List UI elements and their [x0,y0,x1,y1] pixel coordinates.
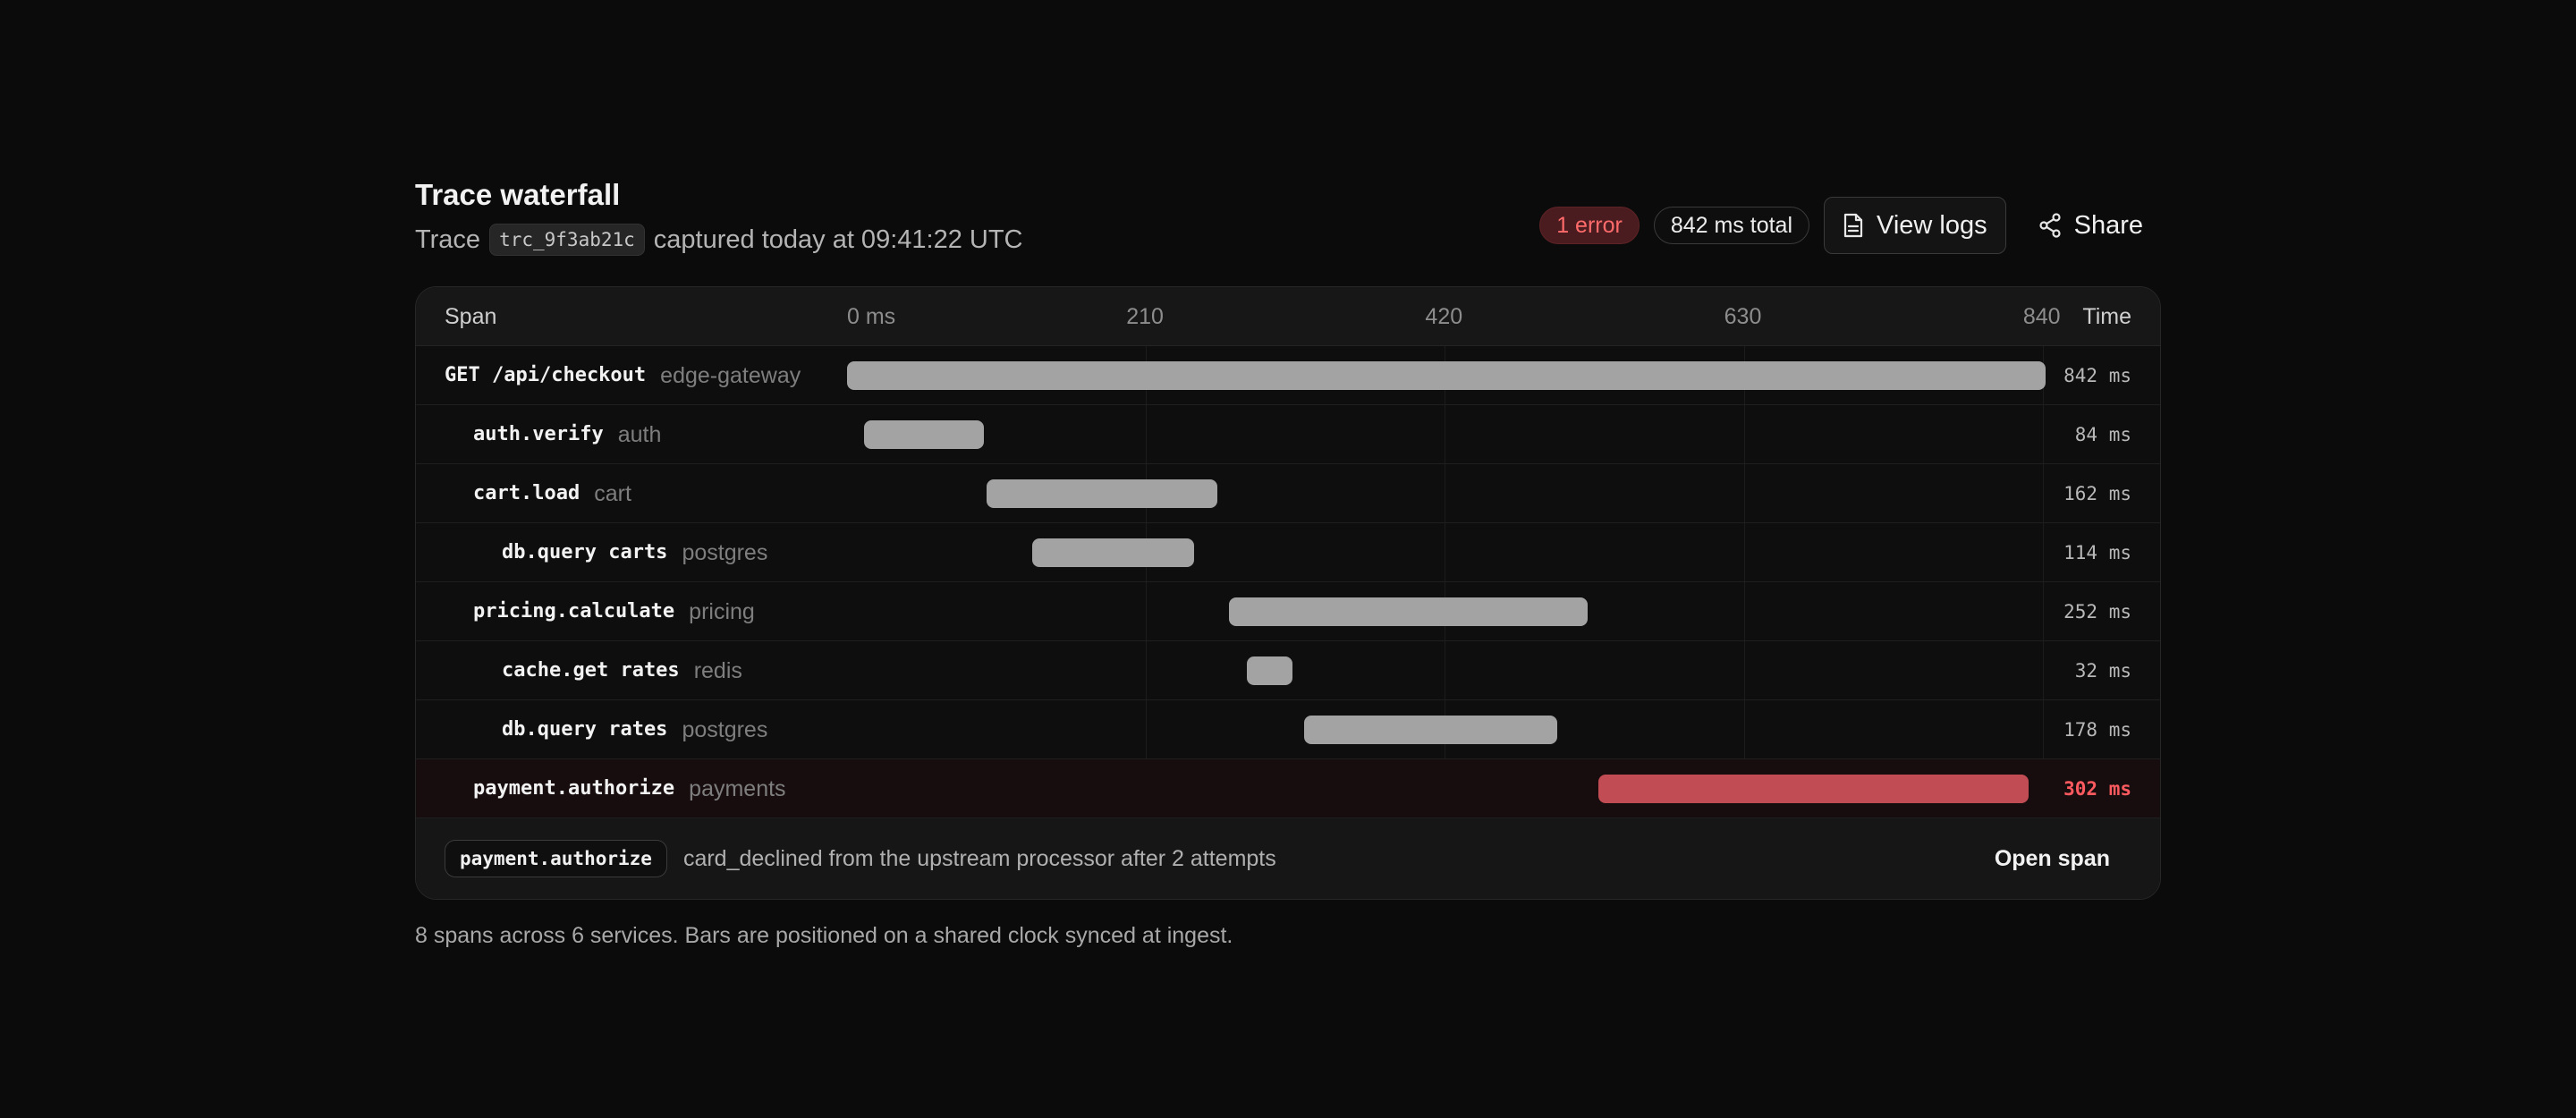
waterfall-card: Span 0 ms 210 420 630 840 Time GET /api/… [415,286,2161,900]
trace-prefix: Trace [415,224,481,254]
total-badge: 842 ms total [1653,207,1810,244]
span-service: payments [689,776,786,801]
axis-tick: 630 [1724,304,1762,329]
span-bar[interactable] [986,479,1217,508]
axis-tick: 420 [1425,304,1463,329]
selected-span-detail: payment.authorize card_declined from the… [416,818,2160,899]
span-bar[interactable] [1247,656,1293,685]
span-chip[interactable]: payment.authorize [445,840,667,877]
footnote: 8 spans across 6 services. Bars are posi… [415,923,1233,948]
span-name: auth.verify [473,423,604,445]
span-duration: 302 ms [2063,778,2131,800]
span-bar[interactable] [864,420,984,449]
column-header-span: Span [445,304,497,329]
view-logs-label: View logs [1877,210,1987,240]
span-bar[interactable] [1031,538,1195,567]
span-duration: 32 ms [2074,660,2131,682]
span-label: auth.verify auth [473,405,661,464]
span-duration: 162 ms [2063,483,2131,504]
span-bar[interactable] [1228,597,1588,626]
span-label: cart.load cart [473,464,631,523]
span-label: db.query carts postgres [502,523,767,582]
error-message: card_declined from the upstream processo… [682,845,1276,871]
span-rows: GET /api/checkout edge-gateway 842 ms auth.… [416,346,2160,818]
span-label: payment.authorize payments [473,759,786,818]
share-button[interactable]: Share [2021,197,2161,254]
span-duration: 842 ms [2063,365,2131,386]
table-row[interactable]: auth.verify auth 84 ms [416,405,2160,464]
span-name: db.query carts [502,541,668,563]
axis-tick: 210 [1126,304,1164,329]
span-service: auth [617,422,662,447]
span-service: redis [693,658,742,683]
file-text-icon [1843,213,1864,238]
axis-tick: 840 [2022,304,2061,329]
span-duration: 252 ms [2063,601,2131,623]
span-label: GET /api/checkout edge-gateway [445,346,801,405]
span-duration: 114 ms [2063,542,2131,563]
column-header-time: Time [2082,304,2131,329]
table-row[interactable]: pricing.calculate pricing 252 ms [416,582,2160,641]
captured-time: captured today at 09:41:22 UTC [653,224,1023,254]
span-label: pricing.calculate pricing [473,582,755,641]
span-service: cart [594,481,631,506]
span-service: pricing [689,599,755,624]
error-badge: 1 error [1539,207,1640,244]
span-name: pricing.calculate [473,600,675,623]
table-header: Span 0 ms 210 420 630 840 Time [416,287,2160,346]
table-row[interactable]: db.query rates postgres 178 ms [416,700,2160,759]
table-row[interactable]: payment.authorize payments 302 ms [416,759,2160,818]
span-service: postgres [682,717,768,742]
span-service: edge-gateway [660,363,801,388]
trace-id: trc_9f3ab21c [489,224,645,256]
span-name: cache.get rates [502,659,680,682]
span-duration: 84 ms [2074,424,2131,445]
span-name: GET /api/checkout [445,364,647,386]
open-span-button[interactable]: Open span [1995,818,2110,899]
span-bar[interactable] [847,361,2046,390]
header-actions: 1 error 842 ms total View logs Share [1539,197,2161,254]
share-label: Share [2073,210,2143,240]
span-name: payment.authorize [473,777,675,800]
span-bar[interactable] [1303,716,1558,744]
span-duration: 178 ms [2063,719,2131,741]
table-row[interactable]: cart.load cart 162 ms [416,464,2160,523]
span-name: cart.load [473,482,580,504]
header: Trace waterfall Trace trc_9f3ab21c captu… [415,175,2161,258]
trace-waterfall-panel: Trace waterfall Trace trc_9f3ab21c captu… [415,175,2161,949]
table-row[interactable]: GET /api/checkout edge-gateway 842 ms [416,346,2160,405]
view-logs-button[interactable]: View logs [1824,197,2006,254]
span-name: db.query rates [502,718,668,741]
span-label: db.query rates postgres [502,700,767,759]
span-service: postgres [682,540,768,565]
table-row[interactable]: cache.get rates redis 32 ms [416,641,2160,700]
share-icon [2038,213,2062,238]
span-bar[interactable] [1598,775,2029,803]
axis-tick: 0 ms [847,304,896,329]
span-label: cache.get rates redis [502,641,742,700]
table-row[interactable]: db.query carts postgres 114 ms [416,523,2160,582]
